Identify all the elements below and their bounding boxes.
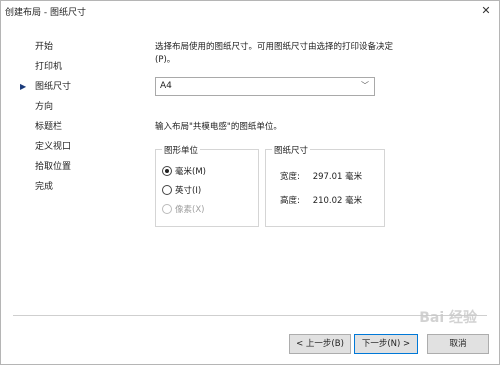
step-label: 定义视口 xyxy=(35,142,72,152)
back-button[interactable]: < 上一步(B) xyxy=(289,334,351,354)
step-start[interactable]: 开始 xyxy=(23,37,123,57)
radio-disabled-icon xyxy=(162,203,172,214)
radio-pixels: 像素(X) xyxy=(162,203,205,216)
paper-size-value: A4 xyxy=(160,81,172,91)
step-define-viewports[interactable]: 定义视口 xyxy=(23,137,123,157)
radio-millimeters[interactable]: 毫米(M) xyxy=(162,165,206,178)
drawing-units-group: 图形单位 毫米(M) 英寸(I) 像素(X) xyxy=(155,144,259,227)
radio-inches[interactable]: 英寸(I) xyxy=(162,184,202,197)
radio-label: 英寸(I) xyxy=(175,186,202,196)
paper-dimensions-group: 图纸尺寸 宽度: 297.01 毫米 高度: 210.02 毫米 xyxy=(265,144,385,227)
width-value: 297.01 毫米 xyxy=(312,172,363,182)
close-icon[interactable]: ✕ xyxy=(473,1,499,21)
wizard-steps: 开始 打印机 ▶ 图纸尺寸 方向 标题栏 定义视口 拾取位置 完成 xyxy=(20,37,123,197)
dialog-window: 创建布局 - 图纸尺寸 ✕ 开始 打印机 ▶ 图纸尺寸 方向 标题栏 定义视口 … xyxy=(0,0,500,365)
title-bar: 创建布局 - 图纸尺寸 ✕ xyxy=(1,1,499,21)
step-label: 标题栏 xyxy=(35,122,63,132)
step-finish[interactable]: 完成 xyxy=(23,177,123,197)
divider xyxy=(13,315,487,316)
width-label: 宽度: xyxy=(280,172,300,182)
step-printer[interactable]: 打印机 xyxy=(23,57,123,77)
next-button[interactable]: 下一步(N) > xyxy=(354,334,418,354)
current-step-arrow-icon: ▶ xyxy=(20,82,27,91)
step-label: 图纸尺寸 xyxy=(35,82,72,92)
radio-checked-icon xyxy=(162,165,172,176)
radio-label: 毫米(M) xyxy=(175,167,206,177)
drawing-units-title: 图形单位 xyxy=(162,144,201,156)
cancel-button[interactable]: 取消 xyxy=(427,334,489,354)
step-label: 完成 xyxy=(35,182,54,192)
paper-dimensions-title: 图纸尺寸 xyxy=(272,144,311,156)
step-label: 开始 xyxy=(35,42,54,52)
radio-label: 像素(X) xyxy=(175,205,205,215)
height-label: 高度: xyxy=(280,196,300,206)
radio-unchecked-icon xyxy=(162,184,172,195)
watermark-logo: Bai 经验 xyxy=(419,310,477,326)
step-pick-location[interactable]: 拾取位置 xyxy=(23,157,123,177)
step-label: 拾取位置 xyxy=(35,162,72,172)
step-label: 方向 xyxy=(35,102,54,112)
paper-size-select[interactable]: A4 ﹀ xyxy=(155,77,375,96)
chevron-down-icon: ﹀ xyxy=(361,81,369,90)
height-value: 210.02 毫米 xyxy=(312,196,363,206)
step-orientation[interactable]: 方向 xyxy=(23,97,123,117)
paper-size-description: 选择布局使用的图纸尺寸。可用图纸尺寸由选择的打印设备决定(P)。 xyxy=(155,42,394,65)
width-row: 宽度: 297.01 毫米 xyxy=(280,170,362,182)
window-title: 创建布局 - 图纸尺寸 xyxy=(5,8,86,18)
height-row: 高度: 210.02 毫米 xyxy=(280,194,362,206)
units-prompt: 输入布局"共模电感"的图纸单位。 xyxy=(155,122,282,132)
step-title-block[interactable]: 标题栏 xyxy=(23,117,123,137)
step-paper-size[interactable]: ▶ 图纸尺寸 xyxy=(20,77,123,97)
step-label: 打印机 xyxy=(35,62,63,72)
